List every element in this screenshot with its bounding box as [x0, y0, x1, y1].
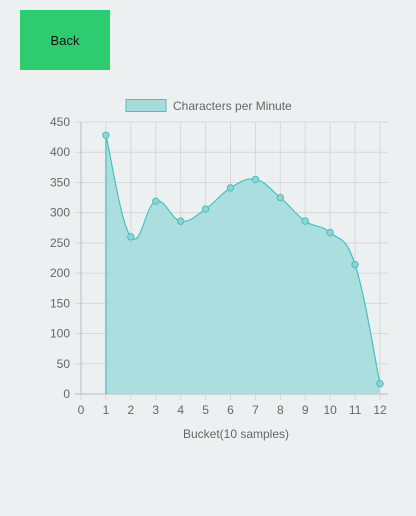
data-point[interactable]	[176, 217, 185, 225]
area-fill	[105, 135, 381, 394]
y-tick-label: 50	[57, 357, 71, 371]
x-tick-label: 11	[349, 403, 362, 417]
y-tick-label: 350	[50, 175, 70, 189]
y-tick-label: 300	[50, 206, 70, 220]
y-axis-ticks: 0 50 100 150 200 250 300 350 400 450	[50, 115, 70, 401]
x-tick-label: 4	[177, 403, 184, 417]
y-tick-label: 150	[50, 296, 70, 310]
legend: Characters per Minute	[125, 99, 292, 113]
x-tick-label: 0	[78, 403, 85, 417]
chart: 050100150200250300350400450 0 1 2 3 4 5 6 7 8 9 10…	[50, 99, 388, 441]
y-tick-label: 0	[63, 387, 70, 401]
x-tick-label: 9	[302, 403, 309, 417]
data-point[interactable]	[301, 217, 309, 225]
data-point[interactable]	[376, 380, 384, 388]
data-point[interactable]	[102, 131, 110, 139]
x-tick-label: 2	[127, 403, 134, 417]
data-point[interactable]	[226, 184, 235, 192]
data-point[interactable]	[276, 193, 285, 202]
x-tick-label: 6	[227, 403, 234, 417]
y-tick-label: 100	[50, 327, 70, 341]
data-point[interactable]	[127, 233, 135, 241]
x-tick-label: 7	[252, 403, 259, 417]
x-tick-label: 3	[152, 403, 159, 417]
x-tick-label: 10	[323, 403, 337, 417]
data-point[interactable]	[326, 228, 334, 237]
data-point[interactable]	[152, 197, 160, 205]
x-tick-label: 5	[202, 403, 209, 417]
x-axis-title: Bucket(10 samples)	[183, 427, 289, 441]
area-series	[105, 135, 381, 394]
y-tick-label: 200	[50, 266, 70, 280]
y-tick-label: 250	[50, 236, 70, 250]
x-tick-label: 1	[103, 403, 110, 417]
legend-label: Characters per Minute	[173, 99, 292, 113]
data-point[interactable]	[201, 205, 210, 213]
data-point[interactable]	[351, 260, 359, 269]
legend-swatch	[125, 99, 167, 112]
x-tick-label: 12	[373, 403, 387, 417]
x-tick-label: 8	[277, 403, 284, 417]
y-tick-label: 450	[50, 115, 70, 129]
data-point[interactable]	[251, 175, 260, 184]
x-axis-ticks: 0 1 2 3 4 5 6 7 8 9 10 11 12	[78, 403, 387, 417]
y-tick-label: 400	[50, 145, 70, 159]
